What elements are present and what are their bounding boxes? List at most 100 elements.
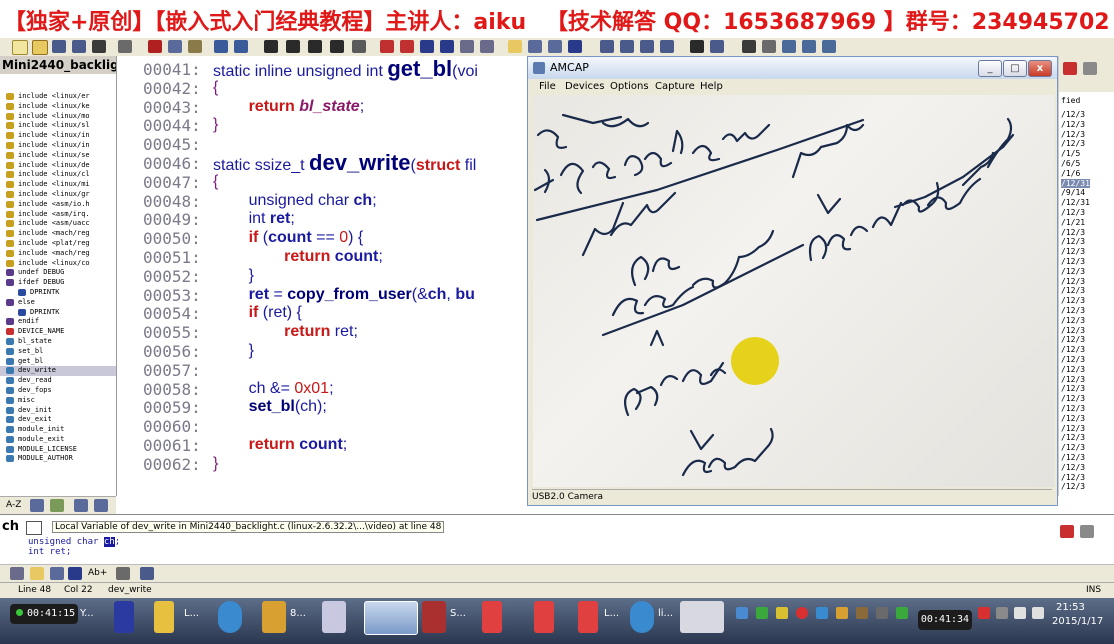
file-date[interactable]: /12/3	[1061, 257, 1085, 266]
task-label-6[interactable]: li...	[658, 608, 673, 619]
file-date[interactable]: /12/3	[1061, 355, 1085, 364]
code-line[interactable]: }	[213, 455, 218, 473]
menu-options[interactable]: Options	[610, 81, 649, 92]
network-app-icon[interactable]	[756, 607, 768, 619]
symbol-item[interactable]: dev_fops	[0, 386, 116, 396]
book-icon[interactable]	[50, 567, 64, 580]
file-date[interactable]: /12/3	[1061, 335, 1085, 344]
file-date[interactable]: /1/21	[1061, 218, 1085, 227]
file-date[interactable]: /9/14	[1061, 188, 1085, 197]
symbol-item[interactable]: include <mach/reg	[0, 249, 116, 259]
code-line[interactable]: }	[213, 116, 218, 134]
window-cascade-icon[interactable]	[660, 40, 674, 53]
file-date[interactable]: /12/3	[1061, 463, 1085, 472]
options-icon[interactable]	[140, 567, 154, 580]
replace-icon[interactable]	[352, 40, 366, 53]
symbol-item[interactable]: include <linux/sl	[0, 121, 116, 131]
file-date[interactable]: /12/3	[1061, 130, 1085, 139]
browse-icon[interactable]	[528, 40, 542, 53]
clock-date[interactable]: 2015/1/17	[1052, 616, 1103, 627]
symbol-item[interactable]: include <linux/mo	[0, 112, 116, 122]
save-all-icon[interactable]	[72, 40, 86, 53]
file-date[interactable]: /12/3	[1061, 424, 1085, 433]
code-line[interactable]: if (ret) {	[213, 304, 302, 322]
file-date[interactable]: /1/5	[1061, 149, 1080, 158]
file-date[interactable]: /12/31	[1061, 178, 1090, 188]
symbol-item[interactable]: include <linux/gr	[0, 190, 116, 200]
chat-task-icon[interactable]	[262, 601, 286, 633]
symbol-item[interactable]: misc	[0, 396, 116, 406]
task-label-1[interactable]: Y...	[80, 608, 94, 619]
code-line[interactable]: int ret;	[213, 210, 295, 228]
flag-icon[interactable]	[978, 607, 990, 619]
code-line[interactable]: return count;	[213, 248, 383, 266]
file-date[interactable]: /12/3	[1061, 296, 1085, 305]
symbol-item[interactable]: include <asm/irq.	[0, 210, 116, 220]
menu-help[interactable]: Help	[700, 81, 723, 92]
book-icon[interactable]	[74, 499, 88, 512]
file-date[interactable]: /12/31	[1061, 198, 1090, 207]
bookmark-icon[interactable]	[380, 40, 394, 53]
file-date[interactable]: /12/3	[1061, 277, 1085, 286]
close-button[interactable]: x	[1028, 60, 1052, 77]
symbol-item[interactable]: include <linux/cl	[0, 170, 116, 180]
menu-devices[interactable]: Devices	[565, 81, 604, 92]
file-date[interactable]: /12/3	[1061, 228, 1085, 237]
code-line[interactable]: ch &= 0x01;	[213, 380, 334, 398]
paste-icon[interactable]	[188, 40, 202, 53]
file-date[interactable]: /6/5	[1061, 159, 1080, 168]
app-task-icon[interactable]	[680, 601, 724, 633]
code-line[interactable]: {	[213, 173, 218, 191]
file-date[interactable]: /12/3	[1061, 443, 1085, 452]
bookmark-next-icon[interactable]	[400, 40, 414, 53]
find-next-icon[interactable]	[286, 40, 300, 53]
menu-file[interactable]: File	[539, 81, 556, 92]
file-date[interactable]: /12/3	[1061, 414, 1085, 423]
task-label-2[interactable]: L...	[184, 608, 199, 619]
code-line[interactable]: {	[213, 79, 218, 97]
layout-icon[interactable]	[822, 40, 836, 53]
symbol-item[interactable]: module_exit	[0, 435, 116, 445]
symbol-icon[interactable]	[480, 40, 494, 53]
file-date[interactable]: /12/3	[1061, 473, 1085, 482]
notification-icon[interactable]	[996, 607, 1008, 619]
pin-icon[interactable]	[1083, 62, 1097, 75]
arrow-left-icon[interactable]	[420, 40, 434, 53]
symbol-item[interactable]: include <linux/in	[0, 141, 116, 151]
copy-icon[interactable]	[168, 40, 182, 53]
shield-icon[interactable]	[736, 607, 748, 619]
file-date[interactable]: /12/3	[1061, 316, 1085, 325]
file-date[interactable]: /12/3	[1061, 482, 1085, 491]
qq-tray-icon[interactable]	[836, 607, 848, 619]
file-date[interactable]: /12/3	[1061, 286, 1085, 295]
code-line[interactable]: }	[213, 342, 254, 360]
symbol-item[interactable]: dev_read	[0, 376, 116, 386]
amcap-titlebar[interactable]: AMCAP _ □ x	[528, 57, 1057, 79]
file-icon[interactable]	[30, 567, 44, 580]
symbol-item[interactable]: dev_init	[0, 406, 116, 416]
jump-icon[interactable]	[460, 40, 474, 53]
pdf-task-icon-3[interactable]	[578, 601, 598, 633]
sort-az-icon[interactable]: A-Z	[6, 500, 21, 510]
book-icon[interactable]	[548, 40, 562, 53]
panel-icon[interactable]	[802, 40, 816, 53]
cut-icon[interactable]	[148, 40, 162, 53]
relation-icon[interactable]	[568, 40, 582, 53]
document-task-icon[interactable]	[322, 601, 346, 633]
cloud-task-icon[interactable]	[218, 601, 242, 633]
window-layout-icon[interactable]	[600, 40, 614, 53]
outline-icon[interactable]	[782, 40, 796, 53]
find-prev-icon[interactable]	[308, 40, 322, 53]
symbol-item[interactable]: get_bl	[0, 357, 116, 367]
symbol-item[interactable]: module_init	[0, 425, 116, 435]
folder-task-icon[interactable]	[154, 601, 174, 633]
source-insight-task[interactable]	[364, 601, 418, 635]
window-tile-icon[interactable]	[620, 40, 634, 53]
maximize-button[interactable]: □	[1003, 60, 1027, 77]
symbol-item[interactable]: include <mach/reg	[0, 229, 116, 239]
code-editor[interactable]: 00041: static inline unsigned int get_bl(…	[117, 56, 527, 496]
lock-icon[interactable]	[116, 567, 130, 580]
symbol-item[interactable]: endif	[0, 317, 116, 327]
close-context-icon[interactable]	[1060, 525, 1074, 538]
context-icon[interactable]	[762, 40, 776, 53]
